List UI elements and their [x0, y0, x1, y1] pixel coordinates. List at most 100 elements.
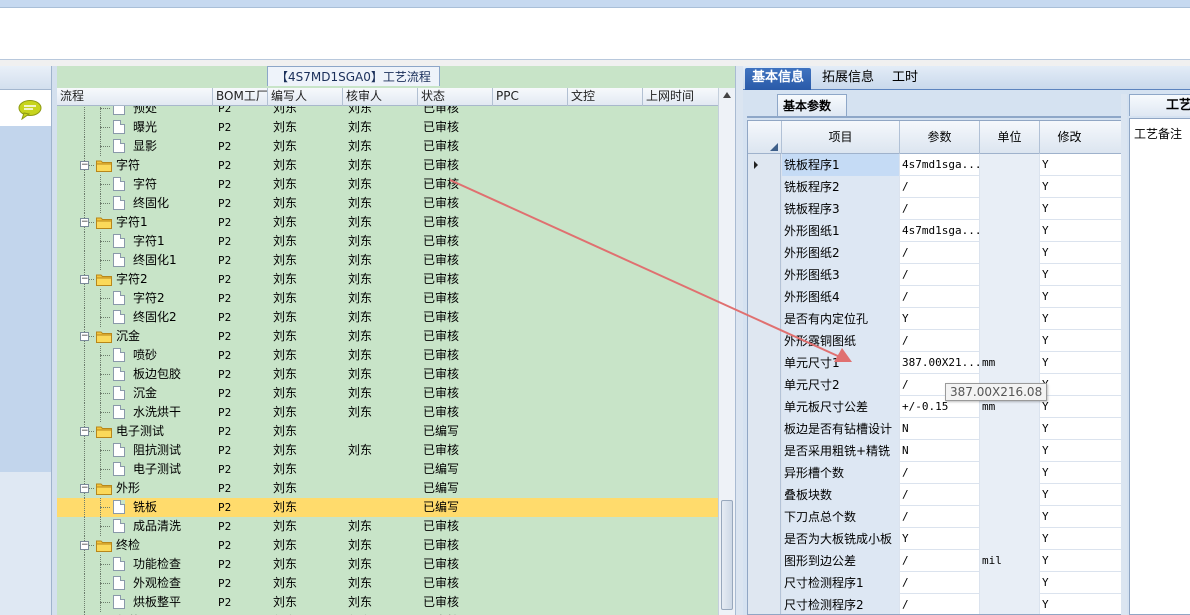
current-row-indicator-icon[interactable]: [748, 154, 781, 176]
row-header[interactable]: [748, 572, 781, 594]
param-row[interactable]: 单元尺寸1 387.00X21... mm Y: [748, 352, 1123, 374]
scroll-up-icon[interactable]: [723, 92, 731, 98]
row-header[interactable]: [748, 396, 781, 418]
table-row[interactable]: 外观检查 P2 刘东 刘东 已审核: [57, 574, 719, 593]
middle-splitter[interactable]: [735, 66, 743, 615]
table-row[interactable]: 曝光 P2 刘东 刘东 已审核: [57, 118, 719, 137]
table-row[interactable]: 终固化 P2 刘东 刘东 已审核: [57, 194, 719, 213]
param-row[interactable]: 尺寸检测程序2/ Y: [748, 594, 1123, 614]
table-row[interactable]: 字符1 P2 刘东 刘东 已审核: [57, 232, 719, 251]
row-header[interactable]: [748, 374, 781, 396]
param-value[interactable]: /: [899, 594, 979, 614]
param-row[interactable]: 图形到边公差 / mil Y: [748, 550, 1123, 572]
param-col-value[interactable]: 参数: [899, 121, 979, 154]
param-value[interactable]: /: [899, 286, 979, 308]
col-header-flow[interactable]: 流程: [57, 88, 212, 106]
col-header-ppc[interactable]: PPC: [492, 88, 567, 106]
param-row[interactable]: 外形图纸3/ Y: [748, 264, 1123, 286]
tab-extended-info[interactable]: 拓展信息: [815, 68, 881, 90]
table-row[interactable]: − 电子测试 P2 刘东 已编写: [57, 422, 719, 441]
param-row[interactable]: 外形图纸4/ Y: [748, 286, 1123, 308]
param-row[interactable]: 板边是否有钻槽设计 N Y: [748, 418, 1123, 440]
collapse-icon[interactable]: −: [80, 218, 89, 227]
collapse-icon[interactable]: −: [80, 161, 89, 170]
row-header[interactable]: [748, 352, 781, 374]
table-row[interactable]: 喷砂 P2 刘东 刘东 已审核: [57, 346, 719, 365]
collapse-icon[interactable]: −: [80, 332, 89, 341]
table-row[interactable]: 终固化2 P2 刘东 刘东 已审核: [57, 308, 719, 327]
table-row[interactable]: 字符2 P2 刘东 刘东 已审核: [57, 289, 719, 308]
param-row[interactable]: 铣板程序3/ Y: [748, 198, 1123, 220]
param-row[interactable]: 外形图纸2/ Y: [748, 242, 1123, 264]
table-row[interactable]: 功能检查 P2 刘东 刘东 已审核: [57, 555, 719, 574]
row-header[interactable]: [748, 462, 781, 484]
param-value[interactable]: /: [899, 506, 979, 528]
param-value[interactable]: N: [899, 418, 979, 440]
param-row[interactable]: 叠板块数 / Y: [748, 484, 1123, 506]
table-row[interactable]: 成品清洗 P2 刘东 刘东 已审核: [57, 517, 719, 536]
param-value[interactable]: /: [899, 176, 979, 198]
table-row[interactable]: 水洗烘干 P2 刘东 刘东 已审核: [57, 403, 719, 422]
param-row[interactable]: 单元尺寸2/Y: [748, 374, 1123, 396]
table-row[interactable]: − 沉金 P2 刘东 刘东 已审核: [57, 327, 719, 346]
col-header-status[interactable]: 状态: [417, 88, 492, 106]
scroll-thumb[interactable]: [721, 500, 733, 610]
param-value[interactable]: Y: [899, 528, 979, 550]
col-header-online-time[interactable]: 上网时间: [642, 88, 719, 106]
row-header[interactable]: [748, 242, 781, 264]
grid-vertical-scrollbar[interactable]: [718, 88, 735, 615]
param-row[interactable]: 单元板尺寸公差 +/-0.15 mm Y: [748, 396, 1123, 418]
param-value[interactable]: /: [899, 462, 979, 484]
row-header[interactable]: [748, 418, 781, 440]
param-value[interactable]: Y: [899, 308, 979, 330]
tab-basic-info[interactable]: 基本信息: [745, 68, 812, 90]
tab-work-hours[interactable]: 工时: [885, 68, 925, 90]
col-header-doc-control[interactable]: 文控: [567, 88, 642, 106]
param-row[interactable]: 外形露铜图纸 / Y: [748, 330, 1123, 352]
row-header[interactable]: [748, 264, 781, 286]
table-row[interactable]: 终固化1 P2 刘东 刘东 已审核: [57, 251, 719, 270]
table-row[interactable]: − 外形 P2 刘东 已编写: [57, 479, 719, 498]
param-value[interactable]: /: [899, 550, 979, 572]
row-header[interactable]: [748, 506, 781, 528]
table-row[interactable]: − 字符 P2 刘东 刘东 已审核: [57, 156, 719, 175]
param-value[interactable]: N: [899, 440, 979, 462]
param-row[interactable]: 外形图纸1 4s7md1sga... Y: [748, 220, 1123, 242]
param-value[interactable]: 4s7md1sga...: [899, 220, 979, 242]
param-value[interactable]: /: [899, 242, 979, 264]
param-row[interactable]: 是否有内定位孔 Y Y: [748, 308, 1123, 330]
row-header[interactable]: [748, 330, 781, 352]
param-value[interactable]: 387.00X21...: [899, 352, 979, 374]
row-header[interactable]: [748, 440, 781, 462]
table-row[interactable]: 阻抗测试 P2 刘东 刘东 已审核: [57, 441, 719, 460]
table-row[interactable]: 预处 P2 刘东 刘东 已审核: [57, 106, 719, 118]
collapse-icon[interactable]: −: [80, 484, 89, 493]
param-value[interactable]: /: [899, 198, 979, 220]
param-row[interactable]: 尺寸检测程序1/ Y: [748, 572, 1123, 594]
row-header[interactable]: [748, 484, 781, 506]
table-row[interactable]: 电子测试 P2 刘东 已编写: [57, 460, 719, 479]
table-row[interactable]: 铣板 P2 刘东 已编写: [57, 498, 719, 517]
param-row[interactable]: 铣板程序2/ Y: [748, 176, 1123, 198]
select-all-corner[interactable]: [748, 121, 781, 154]
subtab-basic-params[interactable]: 基本参数: [777, 94, 847, 116]
param-row[interactable]: 是否采用粗铣+精铣 N Y: [748, 440, 1123, 462]
param-row[interactable]: 是否为大板铣成小板 Y Y: [748, 528, 1123, 550]
table-row[interactable]: 显影 P2 刘东 刘东 已审核: [57, 137, 719, 156]
row-header[interactable]: [748, 198, 781, 220]
table-row[interactable]: − 终检 P2 刘东 刘东 已审核: [57, 536, 719, 555]
param-row[interactable]: 异形槽个数 / Y: [748, 462, 1123, 484]
param-value[interactable]: 4s7md1sga...: [899, 154, 979, 176]
row-header[interactable]: [748, 594, 781, 614]
collapse-icon[interactable]: −: [80, 541, 89, 550]
row-header[interactable]: [748, 528, 781, 550]
param-value[interactable]: /: [899, 264, 979, 286]
table-row[interactable]: − 字符1 P2 刘东 刘东 已审核: [57, 213, 719, 232]
table-row[interactable]: 字符 P2 刘东 刘东 已审核: [57, 175, 719, 194]
table-row[interactable]: 沉金 P2 刘东 刘东 已审核: [57, 384, 719, 403]
param-value[interactable]: /: [899, 330, 979, 352]
param-col-unit[interactable]: 单位: [979, 121, 1039, 154]
param-row[interactable]: 铣板程序1 4s7md1sga... Y: [748, 154, 1123, 176]
param-value[interactable]: /: [899, 484, 979, 506]
row-header[interactable]: [748, 220, 781, 242]
